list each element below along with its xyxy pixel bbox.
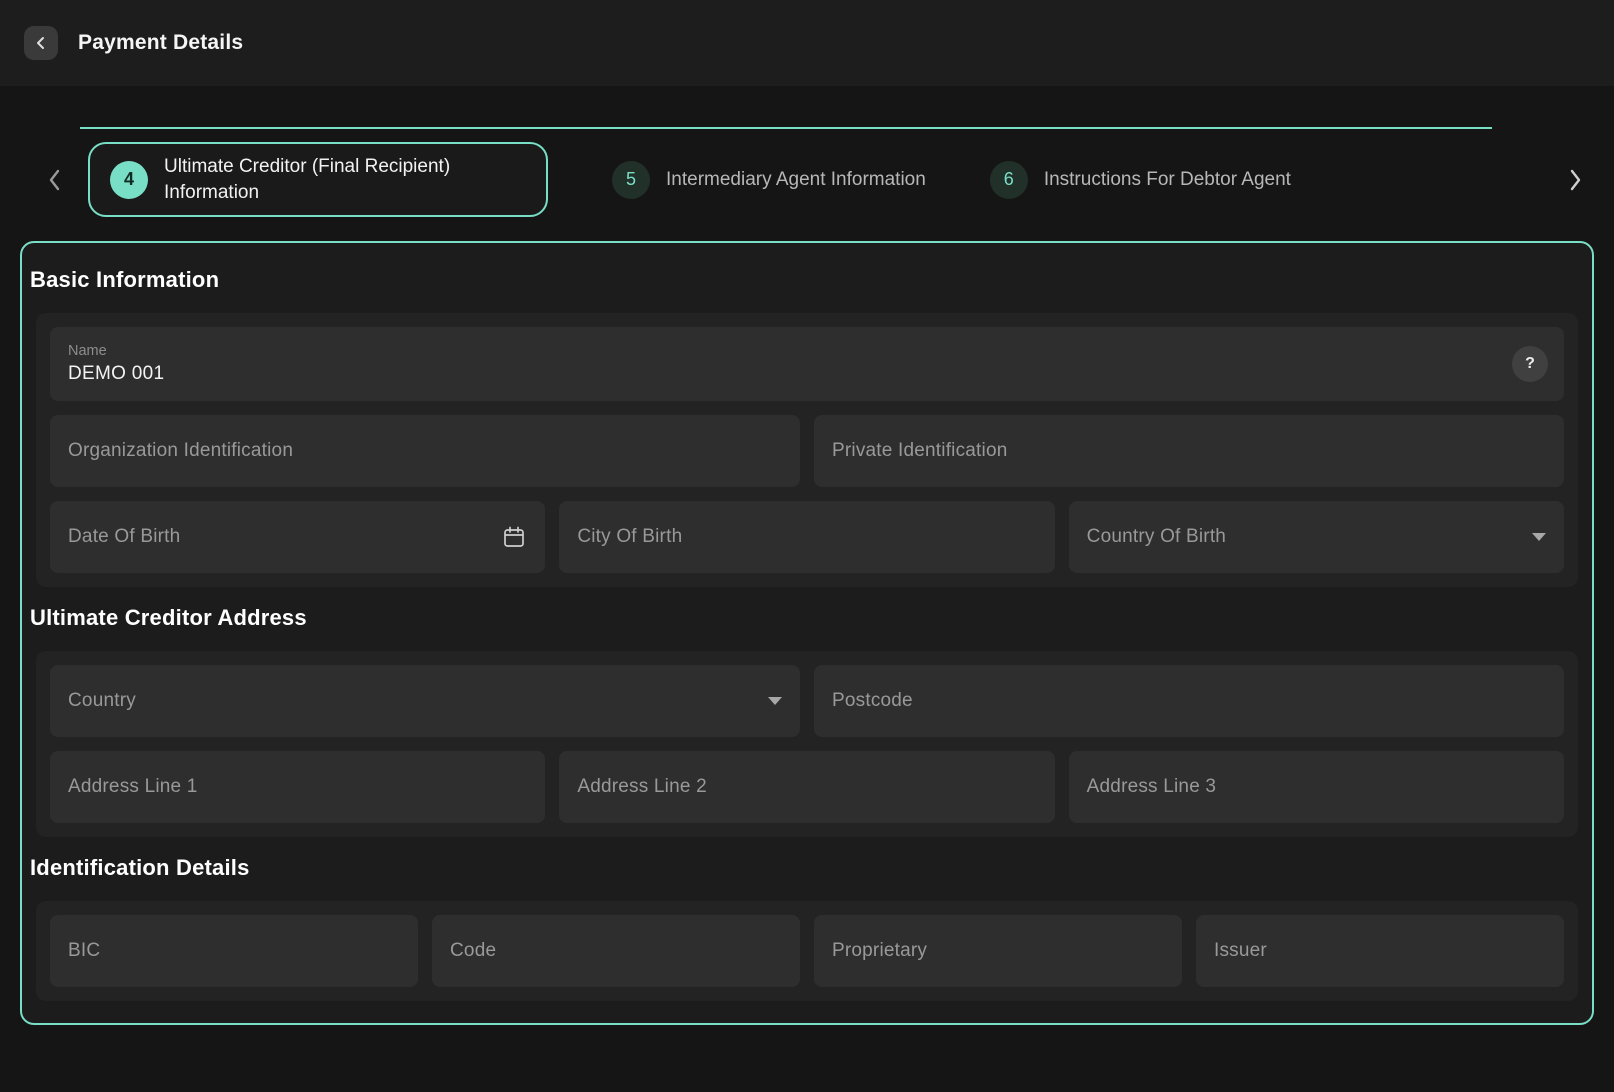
stepper-progress-line (80, 127, 1492, 129)
stepper-step-5[interactable]: 5 Intermediary Agent Information (612, 161, 926, 199)
address-line-2-input[interactable]: Address Line 2 (559, 751, 1054, 823)
stepper-next-button[interactable] (1560, 161, 1590, 199)
chevron-right-icon (1566, 167, 1584, 193)
address-line-1-input[interactable]: Address Line 1 (50, 751, 545, 823)
help-button[interactable]: ? (1512, 346, 1548, 382)
private-identification-input[interactable]: Private Identification (814, 415, 1564, 487)
ultimate-creditor-address-heading: Ultimate Creditor Address (30, 605, 1578, 631)
stepper: 4 Ultimate Creditor (Final Recipient) In… (0, 86, 1614, 241)
step-number-badge: 5 (612, 161, 650, 199)
name-input[interactable]: Name DEMO 001 ? (50, 327, 1564, 401)
country-of-birth-select[interactable]: Country Of Birth (1069, 501, 1564, 573)
stepper-prev-button[interactable] (40, 161, 70, 199)
step-number-badge: 6 (990, 161, 1028, 199)
step-label: Instructions For Debtor Agent (1044, 167, 1291, 193)
question-mark-icon: ? (1525, 355, 1535, 373)
step-label: Intermediary Agent Information (666, 167, 926, 193)
basic-information-heading: Basic Information (30, 267, 1578, 293)
address-line-3-input[interactable]: Address Line 3 (1069, 751, 1564, 823)
chevron-left-icon (34, 36, 48, 50)
ultimate-creditor-form-panel: Basic Information Name DEMO 001 ? Organi… (20, 241, 1594, 1025)
bic-input[interactable]: BIC (50, 915, 418, 987)
step-label: Ultimate Creditor (Final Recipient) Info… (164, 154, 526, 205)
name-value: DEMO 001 (68, 363, 164, 385)
identification-group: BIC Code Proprietary Issuer (36, 901, 1578, 1001)
organization-identification-input[interactable]: Organization Identification (50, 415, 800, 487)
city-of-birth-input[interactable]: City Of Birth (559, 501, 1054, 573)
calendar-icon[interactable] (501, 524, 527, 550)
proprietary-input[interactable]: Proprietary (814, 915, 1182, 987)
basic-information-group: Name DEMO 001 ? Organization Identificat… (36, 313, 1578, 587)
country-select[interactable]: Country (50, 665, 800, 737)
identification-details-heading: Identification Details (30, 855, 1578, 881)
address-group: Country Postcode Address Line 1 Address … (36, 651, 1578, 837)
stepper-step-4[interactable]: 4 Ultimate Creditor (Final Recipient) In… (88, 142, 548, 217)
name-label: Name (68, 343, 107, 359)
back-button[interactable] (24, 26, 58, 60)
caret-down-icon[interactable] (1532, 533, 1546, 541)
page-title: Payment Details (78, 31, 243, 55)
step-number-badge: 4 (110, 161, 148, 199)
postcode-input[interactable]: Postcode (814, 665, 1564, 737)
app-header: Payment Details (0, 0, 1614, 86)
chevron-left-icon (46, 167, 64, 193)
date-of-birth-input[interactable]: Date Of Birth (50, 501, 545, 573)
stepper-step-6[interactable]: 6 Instructions For Debtor Agent (990, 161, 1291, 199)
code-input[interactable]: Code (432, 915, 800, 987)
caret-down-icon[interactable] (768, 697, 782, 705)
issuer-input[interactable]: Issuer (1196, 915, 1564, 987)
